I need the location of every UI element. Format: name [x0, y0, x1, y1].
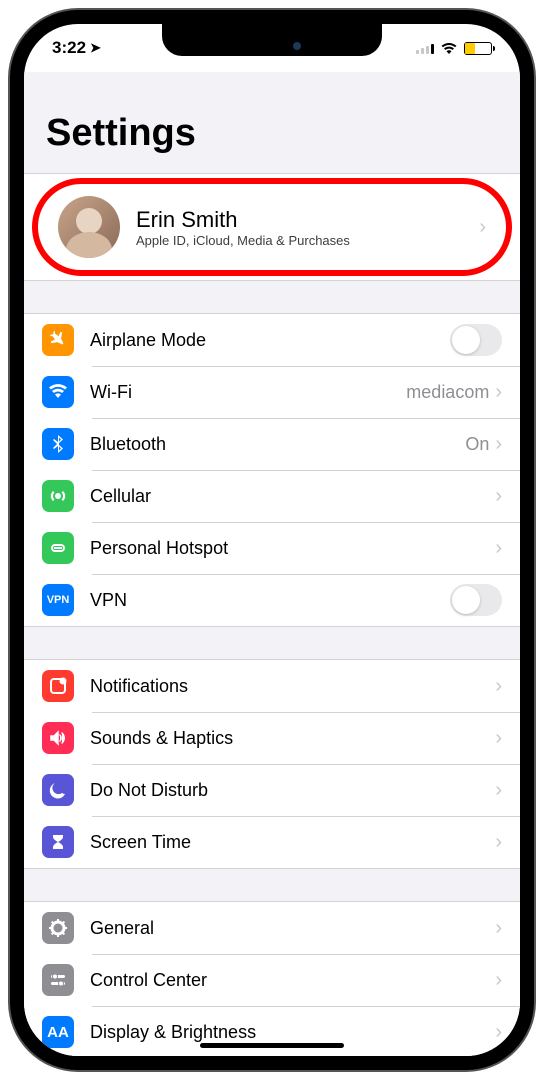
chevron-icon: ›	[495, 381, 502, 404]
chevron-icon: ›	[495, 779, 502, 802]
hotspot-icon	[42, 532, 74, 564]
row-label: Control Center	[90, 970, 495, 991]
avatar	[58, 196, 120, 258]
row-label: Do Not Disturb	[90, 780, 495, 801]
row-label: Display & Brightness	[90, 1022, 495, 1043]
row-label: General	[90, 918, 495, 939]
vpn-row[interactable]: VPN VPN	[24, 574, 520, 626]
row-label: Cellular	[90, 486, 495, 507]
display-icon: AA	[42, 1016, 74, 1048]
cellular-row[interactable]: Cellular ›	[24, 470, 520, 522]
hotspot-row[interactable]: Personal Hotspot ›	[24, 522, 520, 574]
chevron-icon: ›	[495, 537, 502, 560]
chevron-icon: ›	[495, 485, 502, 508]
wifi-status-icon	[440, 42, 458, 55]
airplane-mode-row[interactable]: Airplane Mode	[24, 314, 520, 366]
chevron-icon: ›	[495, 727, 502, 750]
chevron-icon: ›	[495, 675, 502, 698]
bluetooth-row[interactable]: Bluetooth On ›	[24, 418, 520, 470]
row-label: Personal Hotspot	[90, 538, 495, 559]
location-icon: ➤	[90, 40, 101, 56]
row-label: Airplane Mode	[90, 330, 450, 351]
chevron-icon: ›	[479, 216, 486, 239]
hourglass-icon	[42, 826, 74, 858]
row-label: Screen Time	[90, 832, 495, 853]
battery-icon	[464, 42, 492, 55]
row-label: Notifications	[90, 676, 495, 697]
dnd-row[interactable]: Do Not Disturb ›	[24, 764, 520, 816]
annotation-highlight: Erin Smith Apple ID, iCloud, Media & Pur…	[32, 178, 512, 276]
chevron-icon: ›	[495, 1021, 502, 1044]
vpn-toggle[interactable]	[450, 584, 502, 616]
home-indicator[interactable]	[200, 1043, 344, 1048]
display-row[interactable]: AA Display & Brightness ›	[24, 1006, 520, 1056]
bluetooth-icon	[42, 428, 74, 460]
profile-name: Erin Smith	[136, 207, 479, 233]
gear-icon	[42, 912, 74, 944]
chevron-icon: ›	[495, 969, 502, 992]
chevron-icon: ›	[495, 831, 502, 854]
sounds-row[interactable]: Sounds & Haptics ›	[24, 712, 520, 764]
sounds-icon	[42, 722, 74, 754]
wifi-icon	[42, 376, 74, 408]
general-row[interactable]: General ›	[24, 902, 520, 954]
status-time: 3:22	[52, 38, 86, 58]
moon-icon	[42, 774, 74, 806]
airplane-toggle[interactable]	[450, 324, 502, 356]
profile-subtitle: Apple ID, iCloud, Media & Purchases	[136, 233, 479, 248]
phone-frame: 3:22 ➤ Settings Erin Smith Apple ID, iCl…	[10, 10, 534, 1070]
row-label: Wi-Fi	[90, 382, 406, 403]
apple-id-row[interactable]: Erin Smith Apple ID, iCloud, Media & Pur…	[38, 184, 506, 270]
bluetooth-value: On	[465, 434, 489, 455]
notifications-row[interactable]: Notifications ›	[24, 660, 520, 712]
notifications-icon	[42, 670, 74, 702]
vpn-icon: VPN	[42, 584, 74, 616]
control-center-icon	[42, 964, 74, 996]
wifi-row[interactable]: Wi-Fi mediacom ›	[24, 366, 520, 418]
chevron-icon: ›	[495, 917, 502, 940]
page-title: Settings	[24, 72, 520, 167]
status-time-area: 3:22 ➤	[52, 38, 101, 58]
screentime-row[interactable]: Screen Time ›	[24, 816, 520, 868]
cellular-icon	[42, 480, 74, 512]
control-center-row[interactable]: Control Center ›	[24, 954, 520, 1006]
notch	[162, 24, 382, 56]
chevron-icon: ›	[495, 433, 502, 456]
row-label: Sounds & Haptics	[90, 728, 495, 749]
cellular-signal-icon	[416, 42, 434, 54]
wifi-value: mediacom	[406, 382, 489, 403]
airplane-icon	[42, 324, 74, 356]
row-label: VPN	[90, 590, 450, 611]
row-label: Bluetooth	[90, 434, 465, 455]
